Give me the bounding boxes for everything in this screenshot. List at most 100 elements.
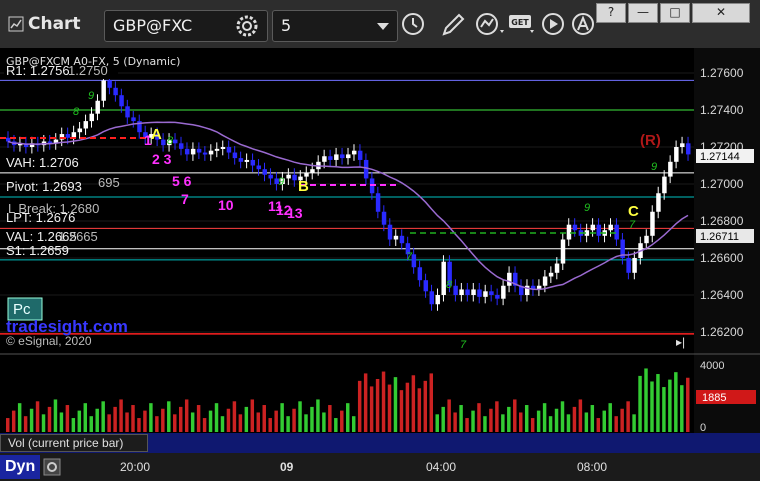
candle: [435, 295, 440, 305]
marker-b: B: [298, 178, 309, 195]
interval-value: 5: [281, 16, 292, 35]
candle: [268, 174, 273, 179]
volume-bar: [423, 380, 428, 432]
close-button[interactable]: ✕: [692, 3, 750, 23]
price-axis: [694, 48, 760, 354]
count-label: 8: [446, 279, 453, 291]
volume-bar: [101, 401, 105, 432]
volume-bar: [202, 418, 207, 432]
alert-icon[interactable]: [570, 10, 596, 38]
volume-bar: [542, 403, 547, 432]
price-chart[interactable]: GBP@FXCM A0-FX, 5 (Dynamic) A B C (R) 1 …: [0, 48, 760, 433]
count-label: 9: [88, 90, 94, 102]
volume-bar: [220, 416, 225, 432]
volume-bar: [125, 412, 129, 432]
candle: [375, 193, 381, 212]
volume-bar: [644, 368, 648, 432]
time-axis-bar: Dyn 20:00 09 04:00 08:00: [0, 453, 760, 481]
volume-bar: [6, 418, 10, 432]
count-label: 13: [287, 205, 303, 221]
candle: [393, 235, 399, 240]
window-title: Chart: [28, 14, 81, 34]
candle: [95, 100, 100, 114]
candle: [381, 211, 387, 225]
level-label-lpt: LPT: 1.2676: [6, 210, 75, 225]
candle: [495, 295, 500, 299]
volume-bar: [566, 414, 571, 432]
volume-bar: [524, 405, 529, 432]
candle: [548, 272, 554, 277]
study-icon[interactable]: [474, 10, 508, 38]
volume-bar: [244, 406, 249, 432]
maximize-button[interactable]: □: [660, 3, 690, 23]
volume-bar: [447, 399, 451, 432]
volume-bar: [346, 403, 350, 432]
candle: [626, 258, 631, 273]
volume-bar: [173, 414, 177, 432]
volume-bar: [530, 418, 535, 432]
volume-bar: [328, 405, 332, 432]
volume-value: 1885: [702, 392, 726, 404]
count-label: 1: [144, 132, 152, 148]
level-label-pivot: Pivot: 1.2693: [6, 179, 82, 194]
count-label: 7: [629, 219, 636, 231]
candle: [596, 224, 602, 236]
candle: [304, 172, 309, 177]
candle: [423, 280, 429, 292]
chevron-down-icon: [377, 23, 389, 30]
candle: [310, 169, 315, 173]
y-tick-label: 1.26200: [700, 325, 744, 339]
volume-bar: [680, 385, 684, 432]
candle: [131, 117, 136, 122]
candle: [71, 132, 77, 138]
volume-label-bar: Vol (current price bar): [0, 433, 760, 453]
gear-icon[interactable]: [235, 14, 259, 38]
volume-bar: [137, 418, 141, 432]
volume-bar: [304, 414, 308, 432]
volume-bar: [519, 412, 523, 432]
volume-bar: [578, 399, 583, 432]
get-icon[interactable]: GET: [508, 10, 538, 38]
candle: [662, 176, 667, 194]
volume-tick-4000: 4000: [700, 360, 724, 372]
play-icon[interactable]: [540, 10, 566, 38]
volume-bar: [674, 372, 678, 432]
candle: [399, 235, 405, 244]
candle: [256, 165, 262, 170]
candle: [608, 224, 613, 231]
volume-bar: [53, 399, 58, 432]
candle: [178, 143, 184, 149]
count-label: 7: [460, 339, 467, 351]
count-label: 8: [167, 135, 174, 147]
interval-select[interactable]: 5: [272, 10, 398, 42]
volume-bar: [548, 416, 553, 432]
candle: [232, 152, 238, 159]
volume-bar: [41, 414, 46, 432]
lock-icon[interactable]: [42, 457, 62, 477]
candle: [214, 148, 220, 151]
volume-bar: [602, 410, 606, 432]
level-overlay: 1.2665: [58, 229, 98, 244]
volume-bar: [375, 378, 380, 432]
volume-bar: [340, 410, 344, 432]
pencil-icon[interactable]: [440, 10, 466, 38]
volume-bar: [471, 410, 475, 432]
help-button[interactable]: ?: [596, 3, 626, 23]
minimize-button[interactable]: —: [628, 3, 658, 23]
scroll-end-icon[interactable]: ▸|: [676, 335, 685, 349]
candle: [429, 291, 434, 305]
count-label: 7: [406, 251, 413, 263]
volume-bar: [196, 405, 201, 432]
symbol-input[interactable]: GBP@FXC: [104, 10, 268, 42]
volume-label: Vol (current price bar): [8, 436, 124, 450]
clock-icon[interactable]: [400, 10, 426, 38]
marker-r: (R): [640, 132, 661, 149]
volume-bar: [322, 412, 326, 432]
volume-bar: [435, 414, 439, 432]
volume-bar: [477, 403, 481, 432]
candle: [363, 159, 369, 179]
candle: [357, 150, 363, 160]
candle: [507, 272, 512, 286]
volume-bar: [614, 416, 618, 432]
volume-bar: [584, 412, 589, 432]
